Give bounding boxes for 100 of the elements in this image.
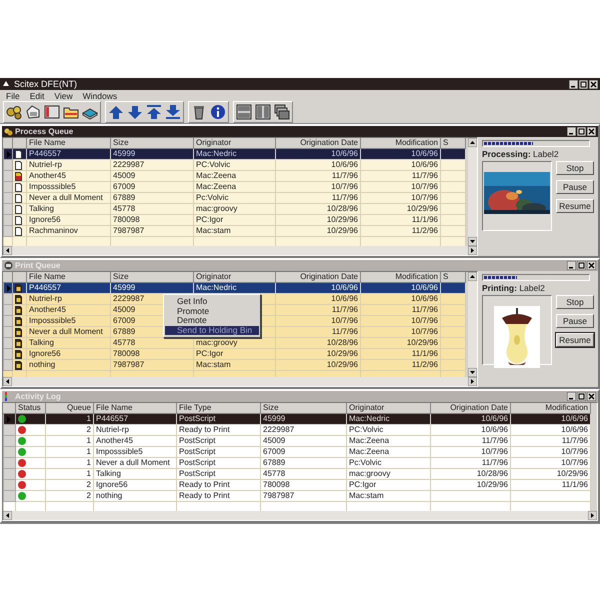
table-row[interactable]: Another45 45009 Mac:Zeena 11/7/96 11/7/96: [4, 170, 466, 182]
scroll-right-icon[interactable]: [588, 511, 597, 520]
action-button[interactable]: Resume: [556, 333, 594, 347]
table-row[interactable]: Talking 45778 mac:groovy 10/28/96 10/29/96: [4, 204, 466, 214]
menu-item[interactable]: Send to Holding Bin: [165, 326, 259, 335]
table-cell: 10/6/96: [510, 424, 590, 436]
move-to-top-icon[interactable]: [145, 103, 163, 121]
close-icon[interactable]: [587, 392, 596, 401]
table-row[interactable]: Rachmaninov 7987987 Mac:stam 10/29/96 11/2/96: [4, 226, 466, 236]
table-row[interactable]: 2 Ignore56 Ready to Print 780098 PC:Igor 10/29/96 11/1/96: [4, 480, 590, 490]
maximize-icon[interactable]: [577, 127, 586, 136]
horizontal-scrollbar[interactable]: [3, 511, 597, 520]
minimize-icon[interactable]: [567, 392, 576, 401]
column-header[interactable]: File Type: [176, 403, 260, 414]
info-icon[interactable]: [209, 103, 227, 121]
table-cell: 2229987: [260, 424, 346, 436]
scroll-down-icon[interactable]: [468, 237, 477, 246]
action-button[interactable]: Pause: [556, 314, 594, 328]
column-header[interactable]: File Name: [94, 403, 176, 414]
column-header[interactable]: File Name: [26, 272, 110, 282]
column-header[interactable]: S: [440, 138, 466, 148]
table-cell: Ignore56: [26, 348, 110, 360]
close-icon[interactable]: [587, 261, 596, 270]
table-row[interactable]: P446557 45999 Mac:Nedric 10/6/96 10/6/96: [4, 148, 466, 160]
table-row[interactable]: Imposssible5 67009 Mac:Zeena 10/7/96 10/7/96: [4, 182, 466, 192]
table-cell: Mac:Zeena: [194, 182, 276, 192]
table-cell: 10/29/96: [510, 468, 590, 480]
table-row[interactable]: 1 Another45 PostScript 45009 Mac:Zeena 11/7/96 11/7/96: [4, 436, 590, 446]
close-icon[interactable]: [587, 127, 596, 136]
column-header[interactable]: Modification: [360, 272, 440, 282]
maximize-icon[interactable]: [577, 261, 586, 270]
table-row[interactable]: 2 nothing Ready to Print 7987987 Mac:stam: [4, 490, 590, 502]
table-cell: 11/1/96: [360, 348, 440, 360]
menu-item[interactable]: Windows: [82, 90, 118, 100]
table-cell: 10/6/96: [360, 160, 440, 170]
maximize-icon[interactable]: [577, 392, 586, 401]
table-row[interactable]: Ignore56 780098 PC:Igor 10/29/96 11/1/96: [4, 214, 466, 226]
close-icon[interactable]: [589, 80, 598, 88]
table-row[interactable]: 1 P446557 PostScript 45999 Mac:Nedric 10/6/96 10/6/96: [4, 414, 590, 424]
minimize-icon[interactable]: [569, 80, 578, 88]
menu-item[interactable]: Edit: [30, 90, 44, 100]
move-to-bottom-icon[interactable]: [164, 103, 182, 121]
document-icon: [15, 294, 22, 304]
scroll-left-icon[interactable]: [3, 377, 12, 386]
column-header[interactable]: Size: [110, 138, 194, 148]
column-header[interactable]: Origination Date: [430, 403, 510, 414]
column-header[interactable]: Originator: [194, 138, 276, 148]
column-header[interactable]: Size: [110, 272, 194, 282]
table-cell: 11/7/96: [276, 326, 360, 338]
column-header[interactable]: Modification: [360, 138, 440, 148]
table-row[interactable]: Nutriel-rp 2229987 PC:Volvic 10/6/96 10/6/96: [4, 160, 466, 170]
menu-item[interactable]: File: [6, 90, 20, 100]
vertical-scrollbar[interactable]: [468, 138, 477, 246]
column-header[interactable]: Origination Date: [276, 272, 360, 282]
horizontal-scrollbar[interactable]: [3, 246, 477, 255]
scroll-up-icon[interactable]: [468, 138, 477, 147]
scroll-left-icon[interactable]: [3, 246, 12, 255]
action-button[interactable]: Resume: [556, 199, 594, 213]
action-button[interactable]: Pause: [556, 180, 594, 194]
column-header[interactable]: Queue: [46, 403, 94, 414]
column-header[interactable]: Status: [16, 403, 46, 414]
column-header[interactable]: S: [440, 272, 466, 282]
column-header[interactable]: Originator: [194, 272, 276, 282]
column-header[interactable]: Size: [260, 403, 346, 414]
action-button[interactable]: Stop: [556, 295, 594, 309]
gears-icon[interactable]: [5, 103, 23, 121]
table-row[interactable]: 2 Nutriel-rp Ready to Print 2229987 PC:Volvic 10/6/96 10/6/96: [4, 424, 590, 436]
table-row[interactable]: 1 Imposssible5 PostScript 67009 Mac:Zeena 10/7/96 10/7/96: [4, 446, 590, 458]
table-row[interactable]: 1 Talking PostScript 45778 mac:groovy 10/28/96 10/29/96: [4, 468, 590, 480]
table-row[interactable]: Ignore56 780098 PC:Igor 10/29/96 11/1/96: [4, 348, 466, 360]
scroll-left-icon[interactable]: [3, 511, 12, 520]
action-button[interactable]: Stop: [556, 161, 594, 175]
scroll-up-icon[interactable]: [468, 272, 477, 281]
scroll-right-icon[interactable]: [468, 377, 477, 386]
minimize-icon[interactable]: [567, 261, 576, 270]
table-cell: 1: [46, 414, 94, 424]
horizontal-scrollbar[interactable]: [3, 377, 477, 386]
vertical-split-icon[interactable]: [254, 103, 272, 121]
column-header[interactable]: File Name: [26, 138, 110, 148]
horizontal-split-icon[interactable]: [235, 103, 253, 121]
down-arrow-icon[interactable]: [126, 103, 144, 121]
menu-item[interactable]: View: [54, 90, 73, 100]
scroll-down-icon[interactable]: [468, 368, 477, 377]
column-header[interactable]: Origination Date: [276, 138, 360, 148]
column-header[interactable]: Originator: [346, 403, 430, 414]
table-row[interactable]: nothing 7987987 Mac:stam 10/29/96 11/2/96: [4, 360, 466, 370]
table-row[interactable]: Never a dull Moment 67889 Pc:Volvic 11/7/96 10/7/96: [4, 192, 466, 204]
column-header[interactable]: Modification: [510, 403, 590, 414]
vertical-scrollbar[interactable]: [468, 272, 477, 377]
document-icon: [15, 172, 22, 180]
cascade-windows-icon[interactable]: [273, 103, 291, 121]
table-row[interactable]: P446557 45999 Mac:Nedric 10/6/96 10/6/96: [4, 282, 466, 294]
up-arrow-icon[interactable]: [107, 103, 125, 121]
window-icon[interactable]: [43, 103, 61, 121]
table-cell: 10/29/96: [276, 360, 360, 370]
table-row[interactable]: 1 Never a dull Moment PostScript 67889 Pc:Volvic 11/7/96 10/7/96: [4, 458, 590, 468]
table-cell: Mac:Nedric: [194, 148, 276, 160]
minimize-icon[interactable]: [567, 127, 576, 136]
scroll-right-icon[interactable]: [468, 246, 477, 255]
maximize-icon[interactable]: [579, 80, 588, 88]
